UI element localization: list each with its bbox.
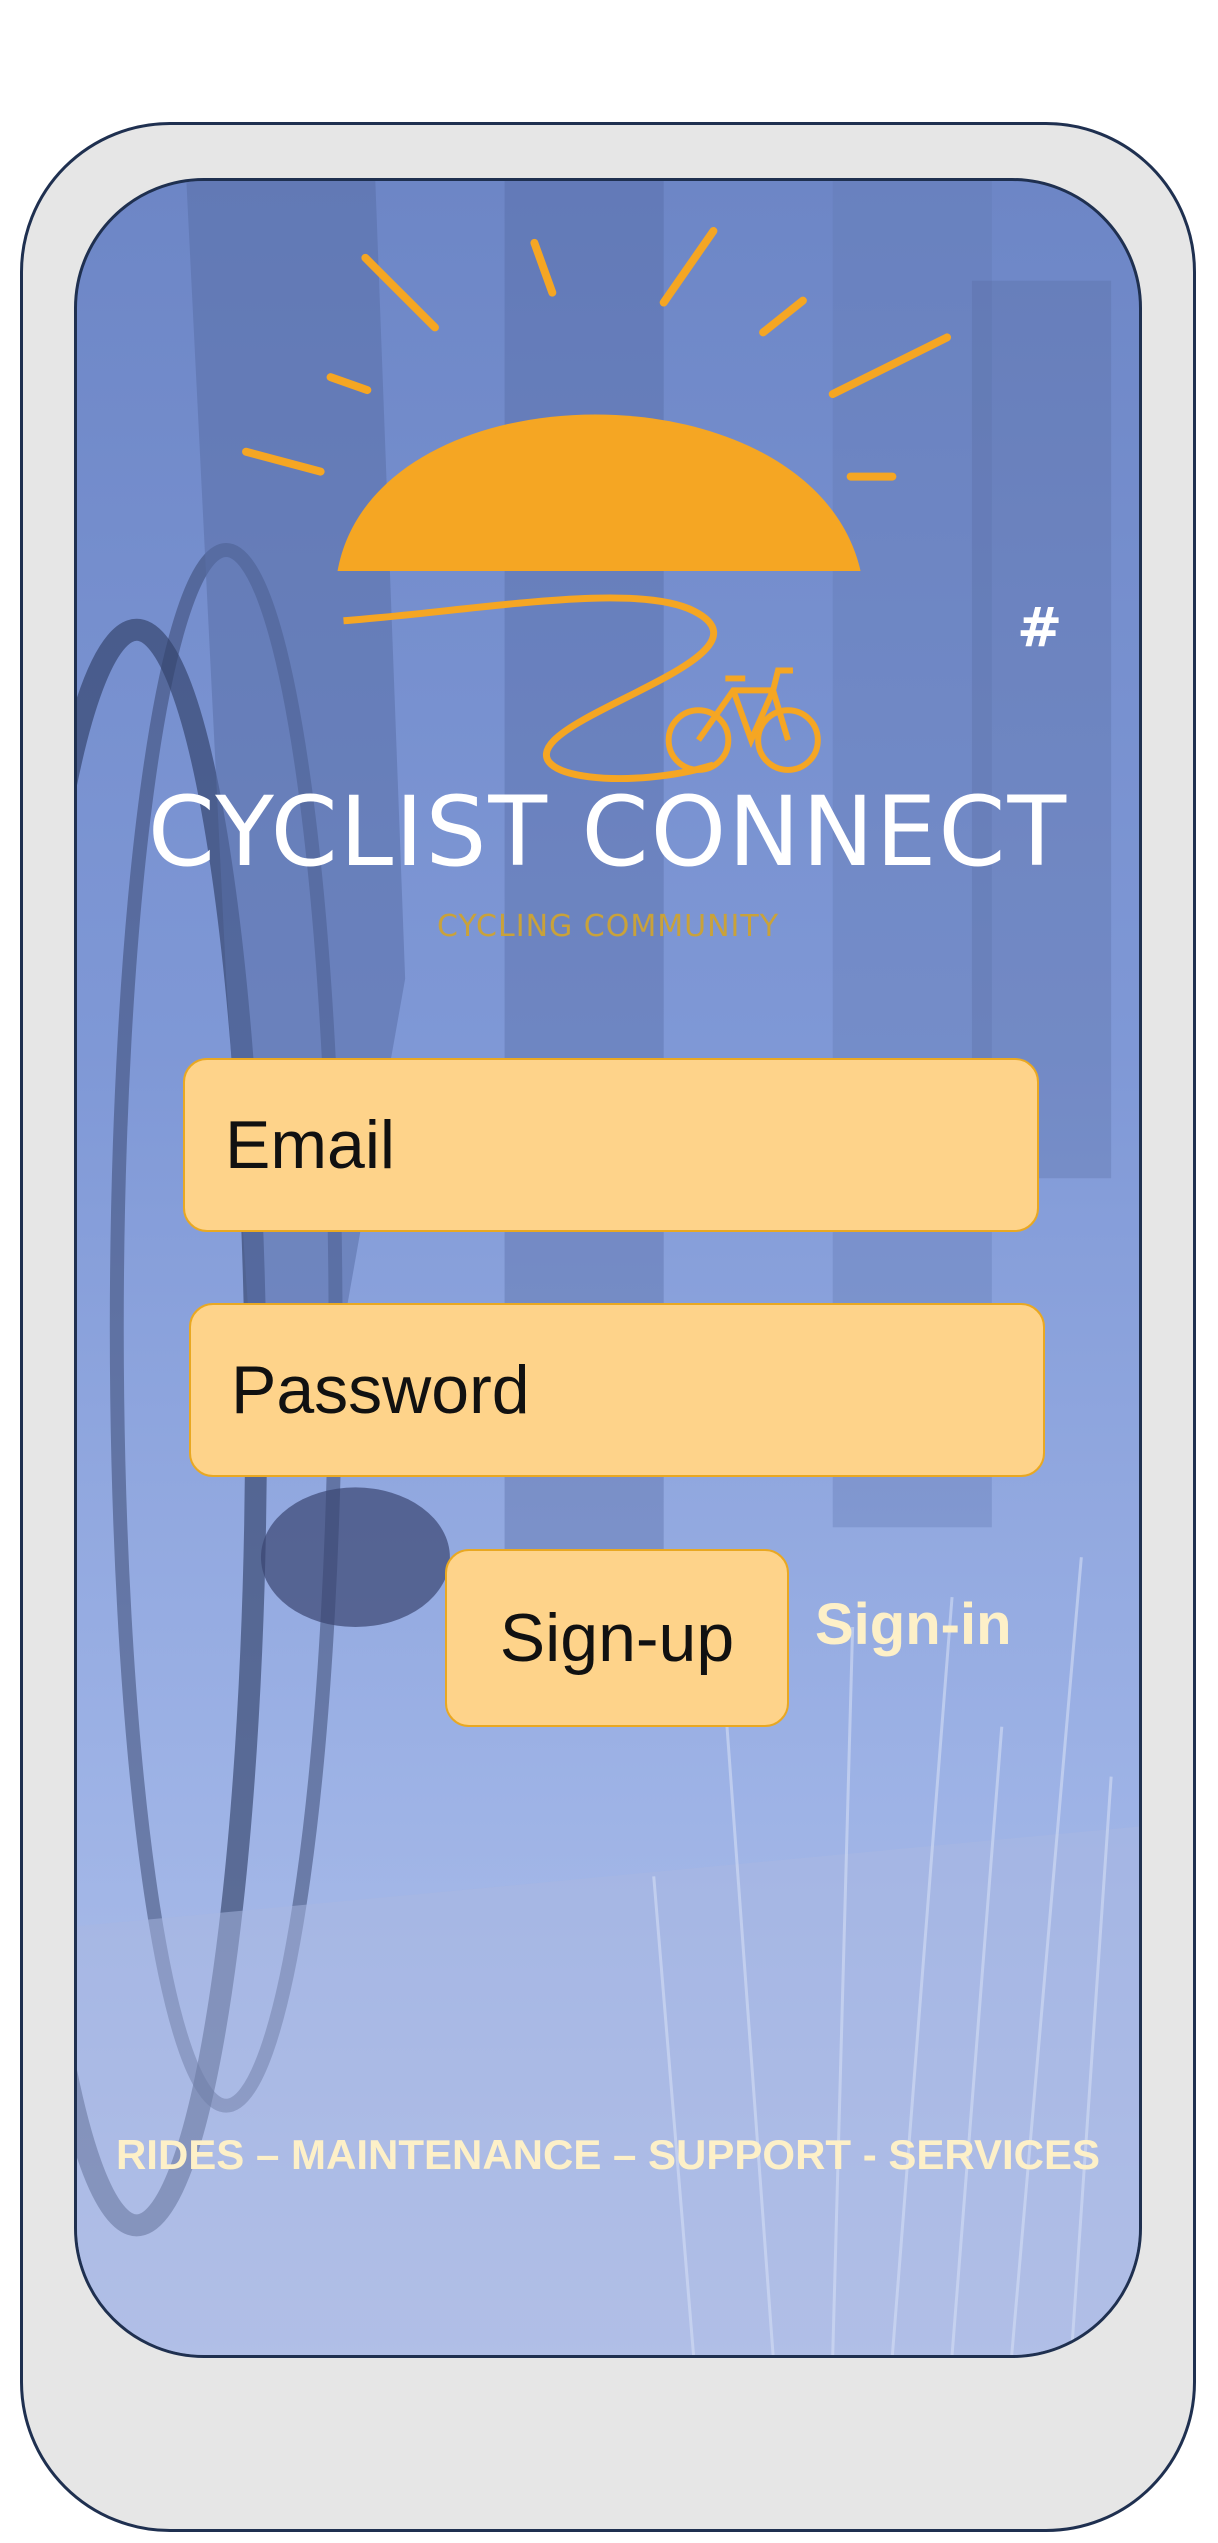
sun-half [337, 414, 861, 572]
services-tagline: RIDES – MAINTENANCE – SUPPORT - SERVICES [115, 2131, 1101, 2178]
app-subtitle: CYCLING COMMUNITY [436, 909, 780, 944]
signup-button[interactable]: Sign-up [445, 1549, 789, 1727]
app-title: CYCLIST CONNECT [147, 776, 1069, 888]
road-path-icon [343, 594, 717, 782]
menu-hash-icon[interactable]: # [1017, 596, 1062, 659]
email-placeholder: Email [225, 1107, 396, 1183]
password-placeholder: Password [231, 1352, 530, 1428]
password-field[interactable]: Password [189, 1303, 1045, 1477]
bicycle-icon [665, 667, 821, 773]
email-field[interactable]: Email [183, 1058, 1039, 1232]
signup-button-label: Sign-up [499, 1600, 735, 1676]
signin-link[interactable]: Sign-in [815, 1591, 1012, 1658]
app-screen: # CYCLIST CONNECT CYCLING COMMUNITY Emai… [74, 178, 1142, 2358]
